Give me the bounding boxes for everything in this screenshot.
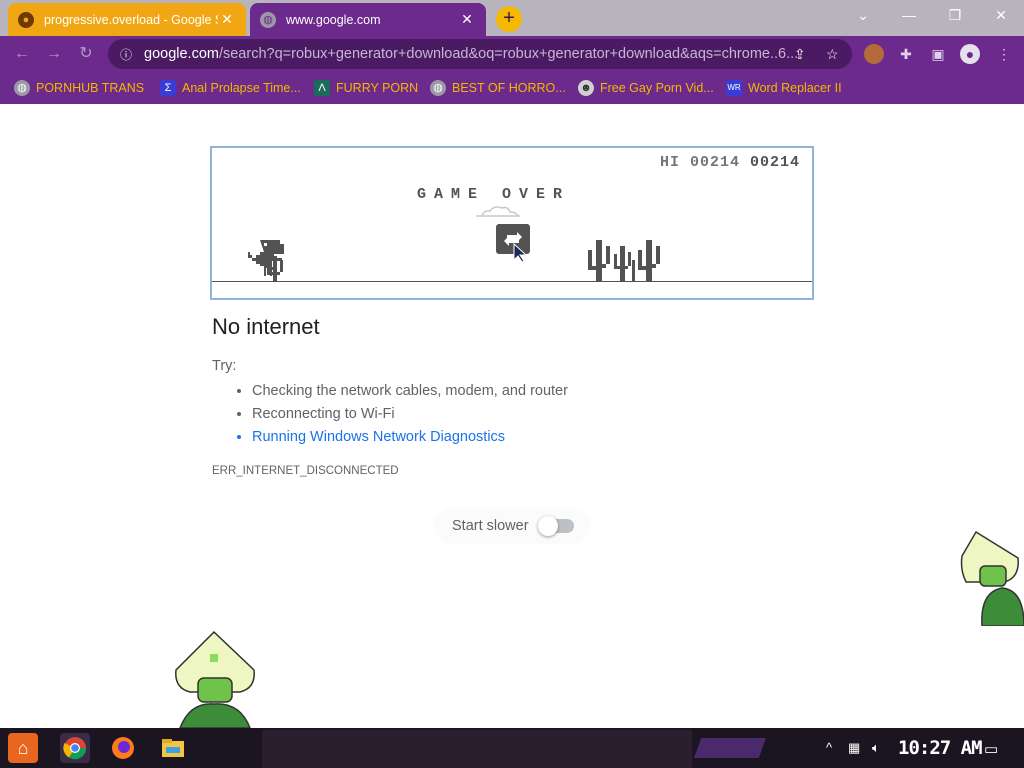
cloud-icon — [476, 206, 520, 217]
suggestion-item: Reconnecting to Wi-Fi — [252, 403, 568, 426]
back-button[interactable]: ← — [10, 42, 34, 66]
bookmark-star-icon[interactable]: ☆ — [826, 46, 839, 63]
tab-search-icon[interactable]: ⌄ — [840, 4, 886, 28]
suggestion-item: Checking the network cables, modem, and … — [252, 380, 568, 403]
taskbar: ⌂ ^ ▦ 🔈︎ 10:27 AM ▭ — [0, 728, 1024, 768]
minimize-button[interactable]: — — [886, 4, 932, 28]
profile-extension-icon[interactable] — [864, 44, 884, 64]
peridot-character-icon — [175, 630, 255, 728]
tab-google[interactable]: ◍ www.google.com ✕ — [250, 3, 486, 36]
current-score: 00214 — [749, 154, 800, 171]
clock[interactable]: 10:27 AM — [898, 737, 983, 759]
chrome-taskbar-icon[interactable] — [60, 733, 90, 763]
address-bar[interactable]: ⓘ google.com/search?q=robux+generator+do… — [108, 39, 852, 69]
bookmark-item[interactable]: ◍ BEST OF HORRO... — [430, 79, 566, 97]
start-slower-toggle[interactable] — [538, 516, 574, 536]
bookmark-item[interactable]: Λ FURRY PORN — [314, 79, 418, 97]
peridot-character-side-icon — [960, 530, 1024, 626]
bracket-icon: Σ — [160, 80, 176, 96]
tab-close-icon[interactable]: ✕ — [218, 11, 236, 28]
page-content: HI 00214 00214 GAME OVER No internet Try… — [0, 104, 1024, 728]
account-avatar-icon[interactable]: ● — [960, 44, 980, 64]
cursor-icon — [513, 242, 528, 263]
extensions-puzzle-icon[interactable]: ✚ — [896, 44, 916, 64]
bookmark-label: FURRY PORN — [336, 81, 419, 95]
start-button[interactable]: ⌂ — [8, 733, 38, 763]
bookmarks-bar: ◍ PORNHUB TRANS Σ Anal Prolapse Time... … — [0, 72, 1024, 104]
wr-icon: WR — [726, 80, 742, 96]
globe-icon: ◍ — [14, 80, 30, 96]
small-cactus-icon — [267, 256, 283, 282]
bookmark-item[interactable]: ◍ PORNHUB TRANS — [14, 79, 144, 97]
bookmark-label: BEST OF HORRO... — [452, 81, 566, 95]
tab-title: www.google.com — [286, 12, 381, 27]
share-icon[interactable]: ⇪ — [794, 46, 806, 63]
tab-strip: ● progressive.overload - Google S ✕ ◍ ww… — [0, 0, 1024, 36]
tab-close-icon[interactable]: ✕ — [458, 11, 476, 28]
tray-chevron-icon[interactable]: ^ — [826, 740, 832, 755]
forward-button[interactable]: → — [42, 42, 66, 66]
tab-favicon-icon: ● — [18, 11, 34, 28]
reload-button[interactable]: ↻ — [74, 42, 98, 66]
error-code: ERR_INTERNET_DISCONNECTED — [212, 465, 399, 477]
game-over-text: GAME OVER — [417, 186, 571, 203]
bookmark-item[interactable]: WR Word Replacer II — [726, 79, 842, 97]
cactus-group-icon — [588, 240, 660, 282]
taskbar-decoration — [694, 738, 766, 758]
globe-icon: ◍ — [260, 11, 276, 28]
suggestion-list: Checking the network cables, modem, and … — [232, 380, 568, 449]
url-host: google.com — [144, 46, 219, 62]
bookmark-label: Word Replacer II — [748, 81, 842, 95]
bookmark-item[interactable]: Σ Anal Prolapse Time... — [160, 79, 301, 97]
info-icon[interactable]: ⓘ — [118, 46, 134, 63]
toggle-knob — [538, 516, 558, 536]
network-diagnostics-link[interactable]: Running Windows Network Diagnostics — [252, 426, 568, 449]
file-explorer-taskbar-icon[interactable] — [158, 733, 188, 763]
tab-title: progressive.overload - Google S — [44, 12, 218, 27]
notification-center-icon[interactable]: ▭ — [984, 740, 998, 758]
volume-icon[interactable]: 🔈︎ — [872, 740, 880, 756]
dino-game-canvas[interactable]: HI 00214 00214 GAME OVER — [210, 146, 814, 300]
start-slower-control[interactable]: Start slower — [434, 508, 590, 544]
browser-toolbar: ← → ↻ ⓘ google.com/search?q=robux+genera… — [0, 36, 1024, 72]
close-window-button[interactable]: ✕ — [978, 4, 1024, 28]
restore-button[interactable]: ❐ — [932, 4, 978, 28]
bookmark-label: Anal Prolapse Time... — [182, 81, 301, 95]
hi-label: HI 00214 — [659, 154, 740, 171]
error-title: No internet — [212, 314, 320, 339]
url-path: /search?q=robux+generator+download&oq=ro… — [218, 46, 799, 62]
side-panel-icon[interactable]: ▣ — [928, 44, 948, 64]
try-label: Try: — [212, 358, 237, 374]
chevron-icon: Λ — [314, 80, 330, 96]
score-display: HI 00214 00214 — [660, 154, 800, 171]
network-disconnected-icon[interactable]: ▦ — [848, 740, 860, 756]
bookmark-label: PORNHUB TRANS — [36, 81, 145, 95]
new-tab-button[interactable]: + — [496, 6, 522, 32]
alien-icon: ☻ — [578, 80, 594, 96]
globe-icon: ◍ — [430, 80, 446, 96]
taskbar-thumbnail-area — [262, 730, 692, 768]
tab-progressive-overload[interactable]: ● progressive.overload - Google S ✕ — [8, 3, 246, 36]
menu-dots-icon[interactable]: ⋮ — [994, 44, 1014, 64]
bookmark-label: Free Gay Porn Vid... — [600, 81, 714, 95]
start-slower-label: Start slower — [452, 518, 529, 534]
ground-line — [212, 281, 812, 282]
bookmark-item[interactable]: ☻ Free Gay Porn Vid... — [578, 79, 714, 97]
firefox-taskbar-icon[interactable] — [108, 733, 138, 763]
